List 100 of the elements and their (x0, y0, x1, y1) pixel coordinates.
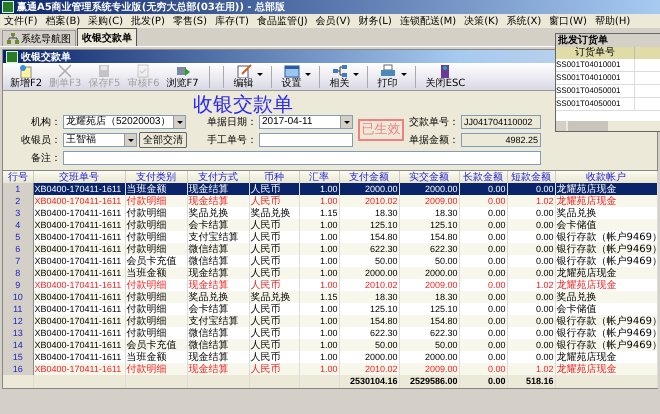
table-cell: 现金结算 (187, 183, 249, 195)
table-cell: 当班金额 (125, 267, 187, 279)
tab[interactable]: 系统导航图 (2, 30, 76, 46)
table-cell: 支付宝结算 (187, 315, 249, 327)
menu-item[interactable]: 帮助(H) (590, 14, 634, 28)
menu-item[interactable]: 决策(K) (460, 14, 503, 28)
toolbar-button[interactable]: 编辑 (230, 64, 264, 89)
table-cell: SS001T04050001 (556, 85, 635, 97)
table-cell: 0.00 (507, 291, 555, 303)
table-cell: 奖品兑换 (187, 291, 249, 303)
menu-item[interactable]: 库存(T) (211, 14, 253, 28)
column-header[interactable]: 币种 (249, 171, 299, 183)
toolbar-button[interactable]: 打印 (374, 64, 408, 89)
column-header[interactable]: 长款金额 (459, 171, 507, 183)
menu-item[interactable]: 系统(X) (502, 14, 546, 28)
table-cell: 2010.02 (339, 195, 399, 207)
menu-item[interactable]: 食品监管(J) (252, 14, 312, 28)
menu-item[interactable]: 档案(B) (42, 14, 84, 28)
scrollbar[interactable] (556, 121, 660, 131)
table-cell: 0.00 (459, 363, 507, 375)
document-title: 收银交款单 (21, 50, 71, 64)
text-field[interactable] (259, 133, 353, 147)
table-cell: 2010.02 (339, 363, 399, 375)
table-cell: 银行存款（帐户9469） (555, 339, 657, 351)
table-cell: 付款明细 (125, 219, 187, 231)
remark-field[interactable] (63, 151, 541, 165)
row-number: 13 (3, 327, 33, 339)
panel-title: 批发订货单 (556, 34, 660, 47)
table-cell: 0.00 (507, 339, 555, 351)
menu-item[interactable]: 会员(V) (312, 14, 354, 28)
table-cell: 622.30 (339, 243, 399, 255)
table-cell: 银行存款（帐户9469） (555, 315, 657, 327)
toolbar-button[interactable]: 关闭ESC (422, 64, 468, 89)
table-cell: 1.00 (299, 183, 339, 195)
table-cell: SS001T04010001 (556, 72, 635, 84)
table-cell: 2000.00 (399, 267, 459, 279)
menu-item[interactable]: 采购(C) (84, 14, 128, 28)
table-cell: 0.00 (459, 267, 507, 279)
column-header[interactable]: 支付金额 (339, 171, 399, 183)
menu-item[interactable]: 零售(S) (168, 14, 212, 28)
toolbar-button[interactable]: 新增F2 (7, 64, 46, 89)
table-cell: 1.02 (507, 195, 555, 207)
table-cell: 人民币 (249, 219, 299, 231)
table-cell: 奖品兑换 (555, 291, 657, 303)
field-label: 手工单号： (207, 134, 257, 147)
delete-icon (57, 64, 74, 78)
table-cell: 付款明细 (125, 243, 187, 255)
menu-item[interactable]: 财务(L) (354, 14, 396, 28)
table-cell: 0.00 (459, 315, 507, 327)
row-number: 8 (3, 267, 33, 279)
table-cell: 0.00 (459, 219, 507, 231)
app-logo-icon (2, 1, 14, 13)
table-cell: 1.00 (299, 195, 339, 207)
table-cell: XB0400-170411-1611 (33, 219, 125, 231)
column-header[interactable]: 收款帐户 (555, 171, 657, 183)
menu-item[interactable]: 批发(P) (127, 14, 169, 28)
table-cell: 1.15 (299, 291, 339, 303)
amount-field[interactable]: 4982.25 (461, 133, 541, 147)
select-field[interactable]: 王智福 (63, 133, 137, 147)
text-field[interactable]: JJ041704110002 (461, 115, 541, 129)
table-cell: 人民币 (249, 315, 299, 327)
table-cell: 银行存款（帐户9469） (555, 243, 657, 255)
table-cell: 2000.00 (399, 183, 459, 195)
column-header[interactable]: 短款金额 (507, 171, 555, 183)
row-number: 4 (3, 219, 33, 231)
row-number: 10 (3, 291, 33, 303)
table-cell: 付款明细 (125, 291, 187, 303)
table-cell: 会卡储值 (555, 219, 657, 231)
row-number: 9 (3, 279, 33, 291)
table-cell: 0.00 (507, 315, 555, 327)
table-cell: XB0400-170411-1611 (33, 183, 125, 195)
column-header[interactable]: 行号 (3, 171, 33, 183)
table-cell: 125.10 (339, 219, 399, 231)
table-cell: 人民币 (249, 267, 299, 279)
field-label: 单据金额： (409, 134, 459, 147)
table-cell: 0.00 (507, 183, 555, 195)
column-header[interactable]: 交班单号 (33, 171, 125, 183)
toolbar-button[interactable]: 浏览F7 (164, 64, 202, 89)
menu-item[interactable]: 文件(F) (0, 14, 42, 28)
table-cell: 1.00 (299, 267, 339, 279)
settle-all-button[interactable]: 全部交清 (139, 132, 187, 148)
column-header[interactable]: 实交金额 (399, 171, 459, 183)
table-cell: 1.00 (299, 315, 339, 327)
table-cell: 125.10 (399, 219, 459, 231)
field-label: 交款单号： (409, 116, 459, 129)
column-header[interactable]: 汇率 (299, 171, 339, 183)
toolbar-button[interactable]: 设置 (278, 64, 312, 89)
menu-item[interactable]: 连锁配送(M) (396, 14, 460, 28)
table-cell: 154.80 (399, 315, 459, 327)
toolbar-button[interactable]: 相关 (326, 64, 360, 89)
column-header[interactable]: 支付方式 (187, 171, 249, 183)
table-cell: 微信结算 (187, 243, 249, 255)
total-value: 2529586.00 (410, 376, 458, 386)
tab[interactable]: 收银交款单 (77, 28, 137, 46)
row-number: 5 (3, 231, 33, 243)
table-cell: SS001T04010001 (556, 59, 635, 71)
table-cell: 会卡结算 (187, 219, 249, 231)
date-field[interactable]: 2017-04-11 (259, 115, 353, 129)
column-header[interactable]: 支付类别 (125, 171, 187, 183)
menu-item[interactable]: 窗口(W) (545, 14, 591, 28)
